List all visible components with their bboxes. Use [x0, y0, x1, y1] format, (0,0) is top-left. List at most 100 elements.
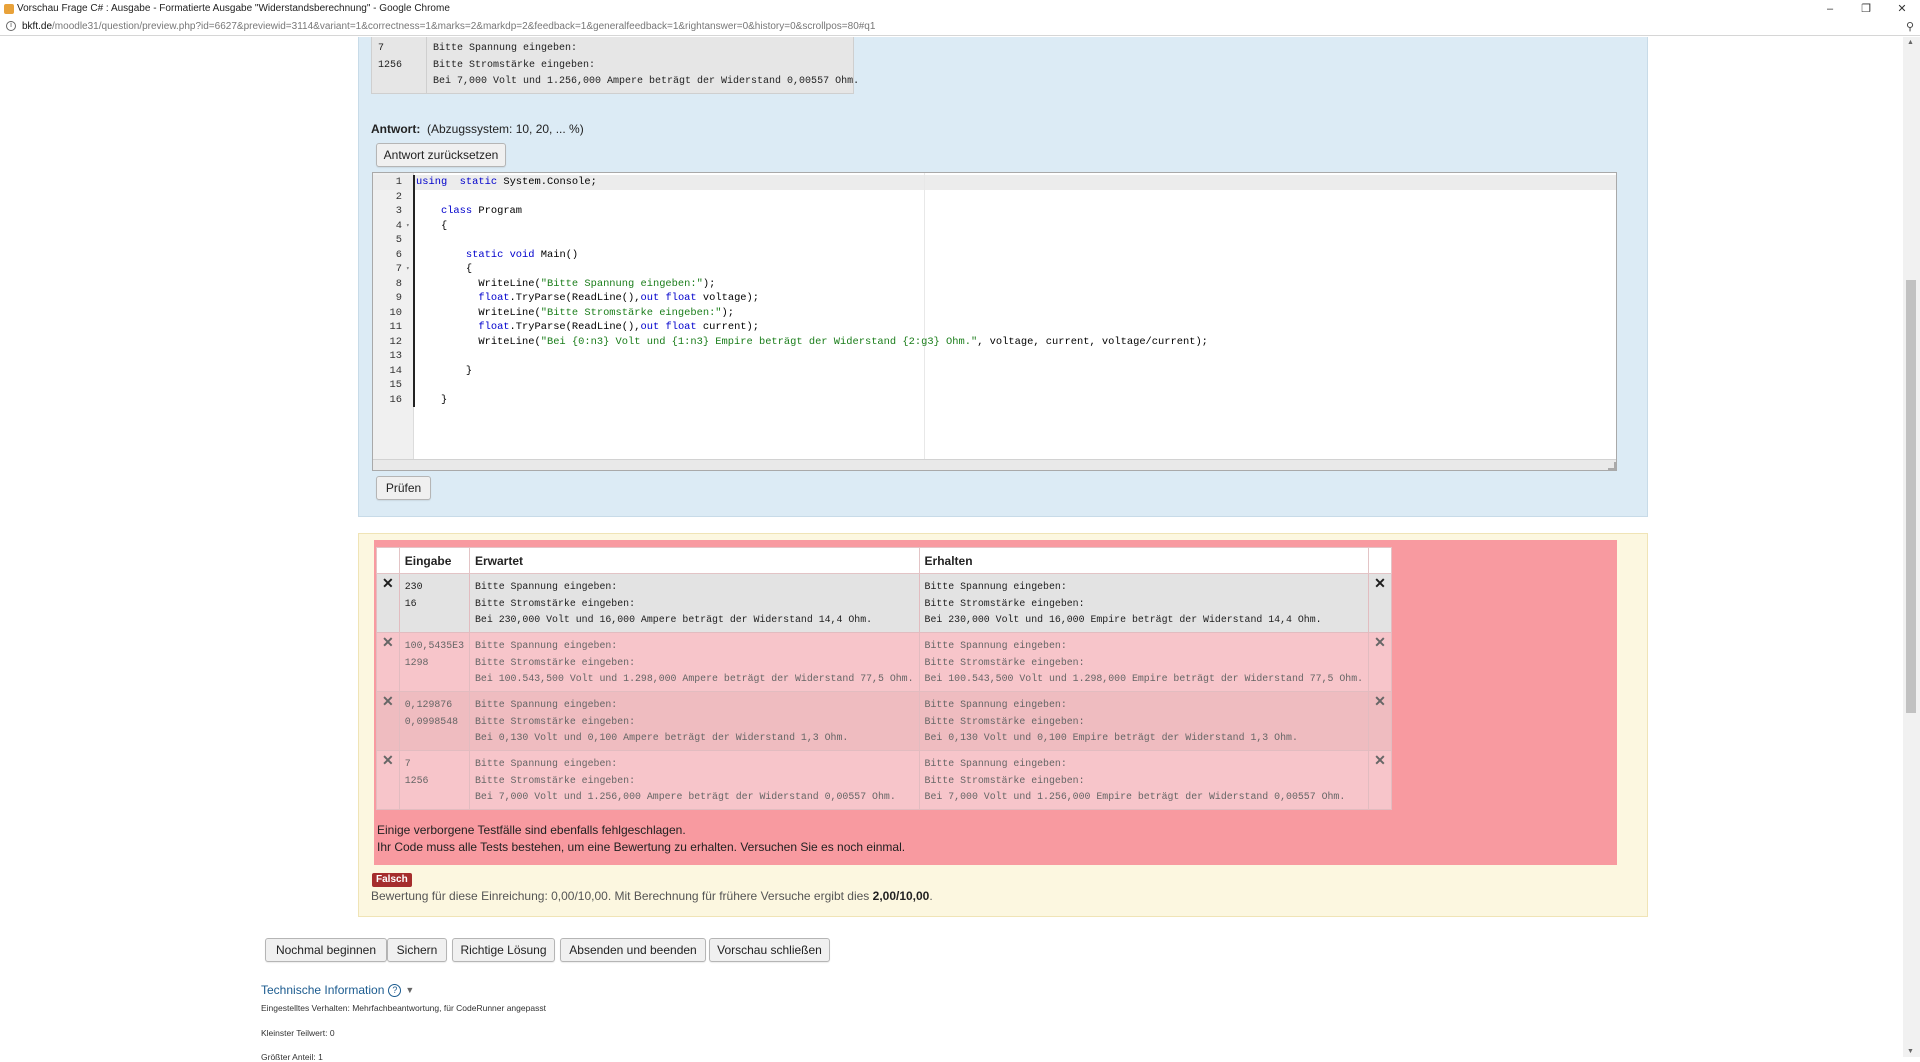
- code-line[interactable]: 3 class Program: [373, 204, 1616, 219]
- save-button[interactable]: Sichern: [387, 938, 447, 962]
- line-number: 14: [389, 364, 402, 377]
- chevron-down-icon[interactable]: ▼: [405, 985, 414, 995]
- example-input-line: 7: [378, 43, 385, 54]
- editor-horizontal-scrollbar[interactable]: [373, 459, 1616, 470]
- expected-line: Bitte Spannung eingeben:: [475, 758, 618, 769]
- code-lines[interactable]: 1 using static System.Console; 2 3 class Pr…: [373, 175, 1616, 407]
- code-token: Program: [472, 205, 523, 217]
- code-line[interactable]: 1 using static System.Console;: [373, 175, 1616, 190]
- scroll-down-icon[interactable]: ▼: [1907, 1048, 1914, 1055]
- code-line[interactable]: 12 WriteLine("Bei {0:n3} Volt und {1:n3}…: [373, 335, 1616, 350]
- input-cell: 230 16: [398, 573, 471, 633]
- line-number: 13: [389, 350, 402, 362]
- code-token: WriteLine(: [416, 306, 541, 319]
- answer-label: Antwort: (Abzugssystem: 10, 20, ... %): [371, 122, 584, 136]
- example-output-cell: Bitte Spannung eingeben: Bitte Stromstär…: [428, 37, 860, 93]
- answer-label-text: Antwort:: [371, 122, 421, 136]
- table-row: ✕ 7 1256 Bitte Spannung eingeben: Bitte Stro…: [376, 750, 1392, 810]
- code-line[interactable]: 14 }: [373, 364, 1616, 379]
- info-icon[interactable]: i: [6, 21, 16, 31]
- input-line: 230: [404, 581, 423, 592]
- fail-cross-icon: ✕: [1368, 691, 1392, 751]
- fail-cross-icon: ✕: [376, 750, 400, 810]
- input-line: 16: [404, 597, 417, 609]
- code-line[interactable]: 6 static void Main(): [373, 248, 1616, 263]
- line-number: 9: [395, 292, 402, 304]
- zoom-icon[interactable]: ⚲: [1906, 20, 1914, 33]
- close-window-button[interactable]: ✕: [1884, 0, 1920, 17]
- fold-arrow-icon[interactable]: ▾: [406, 262, 410, 277]
- fill-correct-button[interactable]: Richtige Lösung: [452, 938, 555, 962]
- code-text[interactable]: WriteLine("Bitte Stromstärke eingeben:")…: [416, 306, 734, 321]
- input-cell: 0,129876 0,0998548: [398, 691, 471, 751]
- code-line[interactable]: 10 WriteLine("Bitte Stromstärke eingeben…: [373, 306, 1616, 321]
- minimize-button[interactable]: –: [1812, 0, 1848, 17]
- code-text[interactable]: class Program: [416, 204, 522, 219]
- window-controls: – ❐ ✕: [1812, 0, 1920, 17]
- got-line: Bitte Stromstärke eingeben:: [924, 774, 1085, 786]
- example-output-line: Bei 7,000 Volt und 1.256,000 Ampere betr…: [433, 76, 860, 87]
- submit-and-finish-button[interactable]: Absenden und beenden: [560, 938, 706, 962]
- expected-line: Bitte Spannung eingeben:: [475, 699, 618, 710]
- code-line[interactable]: 7 ▾ {: [373, 262, 1616, 277]
- address-bar[interactable]: i bkft.de/moodle31/question/preview.php?…: [0, 17, 1920, 36]
- restart-button[interactable]: Nochmal beginnen: [265, 938, 387, 962]
- expected-line: Bei 100.543,500 Volt und 1.298,000 Amper…: [475, 673, 914, 684]
- expected-line: Bitte Stromstärke eingeben:: [475, 715, 636, 727]
- window-title: Vorschau Frage C# : Ausgabe - Formatiert…: [17, 3, 450, 14]
- input-line: 7: [404, 758, 411, 769]
- got-line: Bei 100.543,500 Volt und 1.298,000 Empir…: [924, 673, 1364, 684]
- header-mark-2: [1368, 547, 1392, 574]
- url-path: /moodle31/question/preview.php?id=6627&p…: [52, 20, 876, 32]
- fail-cross-icon: ✕: [1368, 632, 1392, 692]
- technical-info-toggle[interactable]: Technische Information ? ▼: [261, 983, 414, 997]
- code-line[interactable]: 8 WriteLine("Bitte Spannung eingeben:");: [373, 277, 1616, 292]
- code-line[interactable]: 11 float.TryParse(ReadLine(),out float c…: [373, 320, 1616, 335]
- header-mark: [376, 547, 400, 574]
- code-line[interactable]: 16 }: [373, 393, 1616, 408]
- got-line: Bitte Spannung eingeben:: [924, 758, 1067, 769]
- code-keyword: out: [640, 321, 660, 333]
- help-icon[interactable]: ?: [388, 983, 402, 997]
- scrollbar-thumb[interactable]: [1906, 280, 1916, 713]
- close-preview-button[interactable]: Vorschau schließen: [709, 938, 830, 962]
- code-line[interactable]: 13: [373, 349, 1616, 364]
- fail-cross-icon: ✕: [1368, 750, 1392, 810]
- restore-button[interactable]: ❐: [1848, 0, 1884, 17]
- code-text[interactable]: using static System.Console;: [416, 175, 597, 190]
- code-text[interactable]: }: [416, 393, 447, 408]
- code-text[interactable]: float.TryParse(ReadLine(),out float volt…: [416, 291, 759, 306]
- code-line[interactable]: 15: [373, 378, 1616, 393]
- behaviour-info: Eingestelltes Verhalten: Mehrfachbeantwo…: [261, 1003, 546, 1013]
- input-line: 1298: [404, 656, 429, 668]
- failure-message-line: Einige verborgene Testfälle sind ebenfal…: [377, 823, 686, 837]
- code-line[interactable]: 5: [373, 233, 1616, 248]
- editor-resize-handle[interactable]: [1608, 462, 1616, 470]
- check-button[interactable]: Prüfen: [376, 476, 431, 500]
- line-number: 4: [395, 219, 402, 232]
- example-output-line: Bitte Spannung eingeben:: [433, 43, 578, 54]
- code-text[interactable]: }: [416, 364, 472, 379]
- code-text[interactable]: float.TryParse(ReadLine(),out float curr…: [416, 320, 759, 335]
- line-number: 5: [395, 234, 402, 246]
- code-text[interactable]: WriteLine("Bei {0:n3} Volt und {1:n3} Em…: [416, 335, 1208, 350]
- code-keyword: using: [416, 176, 448, 188]
- input-line: 0,129876: [404, 699, 453, 710]
- scroll-up-icon[interactable]: ▲: [1907, 39, 1914, 46]
- code-line[interactable]: 4 ▾ {: [373, 219, 1616, 234]
- code-token: , voltage, current, voltage/current);: [977, 335, 1208, 348]
- code-text[interactable]: {: [416, 262, 472, 277]
- fold-arrow-icon[interactable]: ▾: [406, 219, 410, 234]
- code-text[interactable]: {: [416, 219, 447, 234]
- fail-cross-icon: ✕: [1368, 573, 1392, 633]
- code-line[interactable]: 9 float.TryParse(ReadLine(),out float vo…: [373, 291, 1616, 306]
- reset-answer-button[interactable]: Antwort zurücksetzen: [376, 143, 506, 167]
- input-cell: 100,5435E3 1298: [398, 632, 471, 692]
- code-text[interactable]: WriteLine("Bitte Spannung eingeben:");: [416, 277, 715, 292]
- page-scrollbar[interactable]: ▲ ▼: [1903, 37, 1920, 1057]
- technical-info-link[interactable]: Technische Information: [261, 983, 384, 997]
- code-editor[interactable]: 1 using static System.Console; 2 3 class Pr…: [372, 172, 1617, 471]
- code-line[interactable]: 2: [373, 190, 1616, 205]
- code-text[interactable]: static void Main(): [416, 248, 578, 263]
